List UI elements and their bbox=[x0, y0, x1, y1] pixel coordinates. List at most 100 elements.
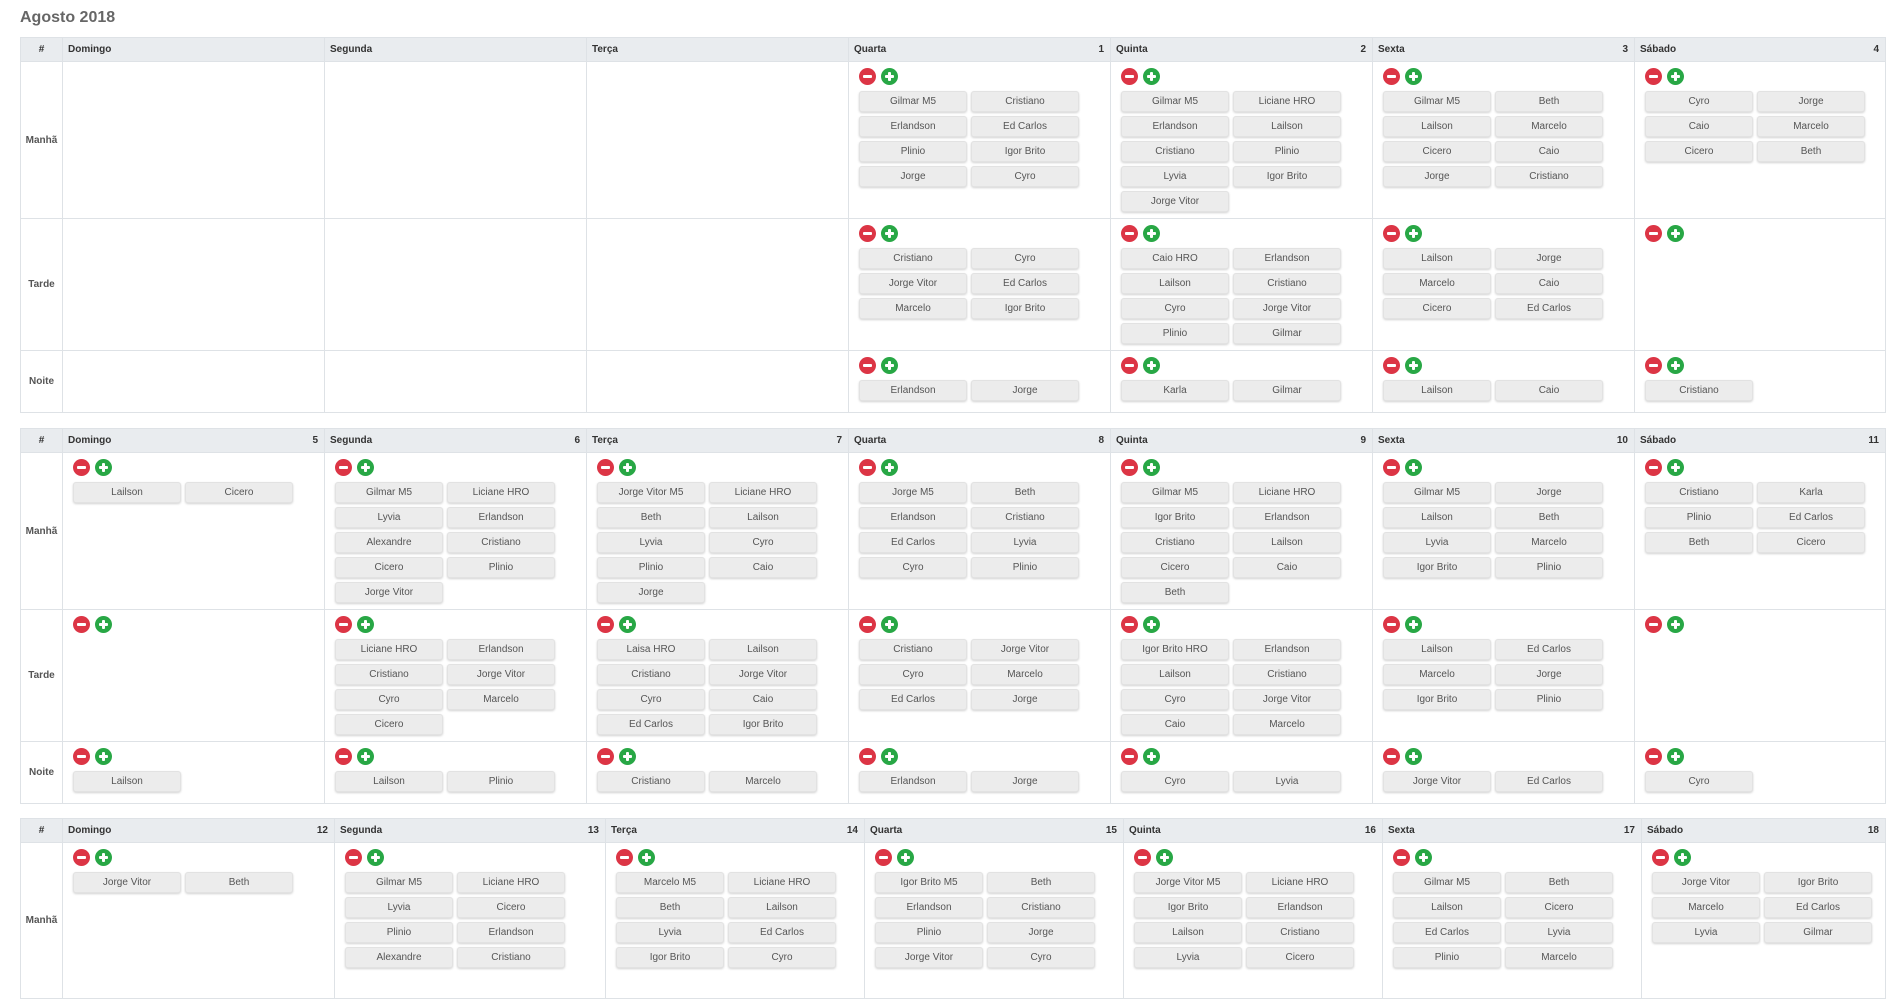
person-chip[interactable]: Beth bbox=[616, 897, 724, 918]
person-chip[interactable]: Marcelo bbox=[1233, 714, 1341, 735]
person-chip[interactable]: Cyro bbox=[1645, 771, 1753, 792]
person-chip[interactable]: Ed Carlos bbox=[971, 116, 1079, 137]
plus-circle-icon[interactable] bbox=[1667, 748, 1684, 765]
person-chip[interactable]: Jorge Vitor bbox=[1652, 872, 1760, 893]
person-chip[interactable]: Cristiano bbox=[987, 897, 1095, 918]
minus-circle-icon[interactable] bbox=[597, 459, 614, 476]
person-chip[interactable]: Lyvia bbox=[1383, 532, 1491, 553]
person-chip[interactable]: Lailson bbox=[1383, 116, 1491, 137]
person-chip[interactable]: Jorge bbox=[1383, 166, 1491, 187]
minus-circle-icon[interactable] bbox=[1121, 68, 1138, 85]
person-chip[interactable]: Marcelo bbox=[859, 298, 967, 319]
plus-circle-icon[interactable] bbox=[881, 616, 898, 633]
person-chip[interactable]: Lailson bbox=[1383, 639, 1491, 660]
person-chip[interactable]: Karla bbox=[1121, 380, 1229, 401]
person-chip[interactable]: Cyro bbox=[859, 664, 967, 685]
person-chip[interactable]: Jorge Vitor bbox=[859, 273, 967, 294]
person-chip[interactable]: Cristiano bbox=[1645, 380, 1753, 401]
minus-circle-icon[interactable] bbox=[1383, 357, 1400, 374]
person-chip[interactable]: Jorge bbox=[859, 166, 967, 187]
person-chip[interactable]: Lyvia bbox=[597, 532, 705, 553]
person-chip[interactable]: Jorge bbox=[971, 689, 1079, 710]
person-chip[interactable]: Igor Brito bbox=[1233, 166, 1341, 187]
person-chip[interactable]: Lyvia bbox=[1505, 922, 1613, 943]
person-chip[interactable]: Igor Brito bbox=[1134, 897, 1242, 918]
person-chip[interactable]: Jorge M5 bbox=[859, 482, 967, 503]
person-chip[interactable]: Lailson bbox=[709, 507, 817, 528]
person-chip[interactable]: Erlandson bbox=[859, 507, 967, 528]
person-chip[interactable]: Plinio bbox=[345, 922, 453, 943]
person-chip[interactable]: Cristiano bbox=[971, 91, 1079, 112]
plus-circle-icon[interactable] bbox=[95, 459, 112, 476]
person-chip[interactable]: Liciane HRO bbox=[1233, 482, 1341, 503]
plus-circle-icon[interactable] bbox=[1667, 225, 1684, 242]
person-chip[interactable]: Cristiano bbox=[971, 507, 1079, 528]
person-chip[interactable]: Cristiano bbox=[1121, 141, 1229, 162]
person-chip[interactable]: Lyvia bbox=[616, 922, 724, 943]
plus-circle-icon[interactable] bbox=[1143, 68, 1160, 85]
plus-circle-icon[interactable] bbox=[1667, 68, 1684, 85]
person-chip[interactable]: Plinio bbox=[1233, 141, 1341, 162]
minus-circle-icon[interactable] bbox=[597, 748, 614, 765]
person-chip[interactable]: Jorge Vitor bbox=[1233, 689, 1341, 710]
person-chip[interactable]: Cicero bbox=[1383, 298, 1491, 319]
person-chip[interactable]: Cicero bbox=[1757, 532, 1865, 553]
person-chip[interactable]: Caio bbox=[1233, 557, 1341, 578]
person-chip[interactable]: Lailson bbox=[1121, 664, 1229, 685]
person-chip[interactable]: Igor Brito bbox=[971, 298, 1079, 319]
minus-circle-icon[interactable] bbox=[1645, 748, 1662, 765]
minus-circle-icon[interactable] bbox=[859, 357, 876, 374]
person-chip[interactable]: Jorge Vitor bbox=[73, 872, 181, 893]
plus-circle-icon[interactable] bbox=[619, 459, 636, 476]
plus-circle-icon[interactable] bbox=[357, 616, 374, 633]
person-chip[interactable]: Cristiano bbox=[597, 771, 705, 792]
person-chip[interactable]: Erlandson bbox=[447, 639, 555, 660]
person-chip[interactable]: Igor Brito bbox=[1121, 507, 1229, 528]
person-chip[interactable]: Erlandson bbox=[457, 922, 565, 943]
plus-circle-icon[interactable] bbox=[1405, 225, 1422, 242]
person-chip[interactable]: Cristiano bbox=[1645, 482, 1753, 503]
person-chip[interactable]: Beth bbox=[185, 872, 293, 893]
person-chip[interactable]: Gilmar M5 bbox=[335, 482, 443, 503]
person-chip[interactable]: Cyro bbox=[335, 689, 443, 710]
minus-circle-icon[interactable] bbox=[73, 616, 90, 633]
person-chip[interactable]: Lyvia bbox=[335, 507, 443, 528]
person-chip[interactable]: Ed Carlos bbox=[1764, 897, 1872, 918]
person-chip[interactable]: Plinio bbox=[1393, 947, 1501, 968]
person-chip[interactable]: Erlandson bbox=[875, 897, 983, 918]
person-chip[interactable]: Cristiano bbox=[1233, 273, 1341, 294]
person-chip[interactable]: Lailson bbox=[1393, 897, 1501, 918]
person-chip[interactable]: Liciane HRO bbox=[447, 482, 555, 503]
plus-circle-icon[interactable] bbox=[1405, 459, 1422, 476]
minus-circle-icon[interactable] bbox=[1121, 459, 1138, 476]
minus-circle-icon[interactable] bbox=[859, 459, 876, 476]
person-chip[interactable]: Jorge Vitor bbox=[447, 664, 555, 685]
plus-circle-icon[interactable] bbox=[1405, 68, 1422, 85]
person-chip[interactable]: Caio bbox=[709, 689, 817, 710]
person-chip[interactable]: Beth bbox=[597, 507, 705, 528]
person-chip[interactable]: Erlandson bbox=[859, 116, 967, 137]
minus-circle-icon[interactable] bbox=[1645, 357, 1662, 374]
plus-circle-icon[interactable] bbox=[95, 849, 112, 866]
minus-circle-icon[interactable] bbox=[1121, 225, 1138, 242]
person-chip[interactable]: Liciane HRO bbox=[1246, 872, 1354, 893]
person-chip[interactable]: Gilmar M5 bbox=[1383, 482, 1491, 503]
minus-circle-icon[interactable] bbox=[597, 616, 614, 633]
person-chip[interactable]: Cyro bbox=[987, 947, 1095, 968]
person-chip[interactable]: Lailson bbox=[709, 639, 817, 660]
minus-circle-icon[interactable] bbox=[859, 68, 876, 85]
plus-circle-icon[interactable] bbox=[1667, 357, 1684, 374]
person-chip[interactable]: Cyro bbox=[1121, 689, 1229, 710]
minus-circle-icon[interactable] bbox=[1645, 459, 1662, 476]
person-chip[interactable]: Ed Carlos bbox=[728, 922, 836, 943]
plus-circle-icon[interactable] bbox=[881, 68, 898, 85]
person-chip[interactable]: Gilmar bbox=[1233, 323, 1341, 344]
person-chip[interactable]: Erlandson bbox=[1121, 116, 1229, 137]
person-chip[interactable]: Cyro bbox=[971, 166, 1079, 187]
minus-circle-icon[interactable] bbox=[859, 748, 876, 765]
minus-circle-icon[interactable] bbox=[73, 459, 90, 476]
person-chip[interactable]: Liciane HRO bbox=[457, 872, 565, 893]
plus-circle-icon[interactable] bbox=[357, 459, 374, 476]
person-chip[interactable]: Cyro bbox=[1121, 298, 1229, 319]
person-chip[interactable]: Jorge Vitor bbox=[1233, 298, 1341, 319]
